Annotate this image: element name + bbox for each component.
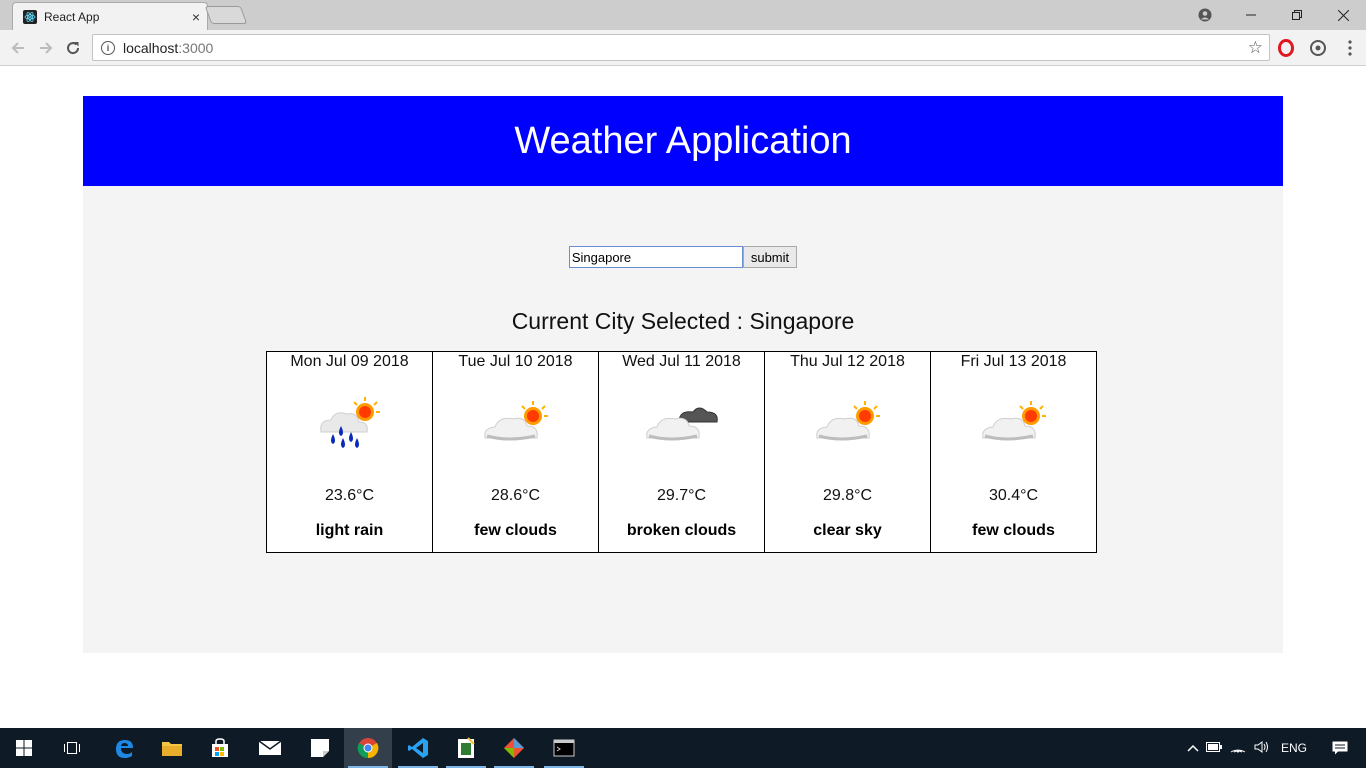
file-explorer-icon[interactable]: [148, 728, 196, 768]
forecast-desc: broken clouds: [626, 522, 737, 539]
browser-menu-icon[interactable]: [1340, 38, 1360, 58]
tab-title: React App: [44, 9, 100, 24]
vscode-icon[interactable]: [394, 728, 442, 768]
url-text: localhost:3000: [123, 40, 213, 56]
url-port: :3000: [178, 39, 214, 56]
restore-icon[interactable]: [1274, 0, 1320, 30]
task-view-icon[interactable]: [48, 728, 96, 768]
new-tab-button[interactable]: [204, 6, 248, 24]
forecast-card: Thu Jul 12 2018 29.8°C clear sky: [764, 351, 931, 553]
forecast-card: Fri Jul 13 2018 30.4°C few clouds: [930, 351, 1097, 553]
page-viewport: Weather Application submit Current City …: [0, 67, 1366, 728]
mail-icon[interactable]: [246, 728, 294, 768]
submit-button[interactable]: submit: [742, 246, 798, 268]
forecast-temp: 29.8°C: [822, 487, 873, 504]
cloud-sun-icon: [811, 392, 887, 462]
language-indicator[interactable]: ENG: [1274, 741, 1314, 755]
address-bar[interactable]: i localhost:3000 ☆: [92, 34, 1270, 61]
url-host: localhost: [123, 39, 179, 56]
forecast-date: Mon Jul 09 2018: [290, 353, 409, 370]
forecast-date: Wed Jul 11 2018: [622, 353, 741, 370]
tab-close-icon[interactable]: ×: [185, 9, 207, 25]
edge-browser-icon[interactable]: [100, 728, 148, 768]
volume-icon[interactable]: [1250, 740, 1274, 756]
opera-extension-icon[interactable]: [1276, 38, 1296, 58]
reload-icon[interactable]: [62, 37, 84, 59]
app-title: Weather Application: [514, 119, 852, 162]
close-window-icon[interactable]: [1320, 0, 1366, 30]
notification-center-icon[interactable]: [1320, 741, 1360, 755]
forecast-card: Wed Jul 11 2018 29.7°C broken clouds: [598, 351, 765, 553]
forecast-date: Fri Jul 13 2018: [960, 353, 1067, 370]
forecast-card: Tue Jul 10 2018 28.6°C few clouds: [432, 351, 599, 553]
bookmark-star-icon[interactable]: ☆: [1248, 38, 1263, 58]
windows-taskbar: ENG: [0, 728, 1366, 768]
browser-toolbar: i localhost:3000 ☆: [0, 30, 1366, 66]
browser-tab[interactable]: React App ×: [12, 2, 208, 30]
editor-app-icon[interactable]: [442, 728, 490, 768]
minimize-icon[interactable]: [1228, 0, 1274, 30]
browser-tab-bar: React App ×: [0, 0, 1366, 30]
forecast-desc: clear sky: [813, 522, 882, 539]
forward-arrow-icon[interactable]: [35, 37, 57, 59]
forecast-list: Mon Jul 09 2018 23.6°C light rain Tue Ju…: [266, 351, 1097, 553]
forecast-temp: 28.6°C: [490, 487, 541, 504]
forecast-temp: 23.6°C: [324, 487, 375, 504]
wifi-icon[interactable]: [1226, 741, 1250, 756]
cloud-sun-icon: [977, 392, 1053, 462]
site-info-icon[interactable]: i: [101, 40, 115, 55]
forecast-date: Tue Jul 10 2018: [458, 353, 573, 370]
current-city-label: Current City Selected : Singapore: [511, 308, 855, 334]
tray-chevron-up-icon[interactable]: [1184, 741, 1202, 755]
rain-sun-icon: [313, 392, 389, 462]
forecast-desc: light rain: [315, 522, 384, 539]
weather-app: Weather Application submit Current City …: [83, 96, 1283, 653]
forecast-card: Mon Jul 09 2018 23.6°C light rain: [266, 351, 433, 553]
forecast-temp: 29.7°C: [656, 487, 707, 504]
back-arrow-icon[interactable]: [7, 37, 29, 59]
battery-icon[interactable]: [1202, 741, 1226, 755]
city-search-form: submit: [83, 246, 1283, 268]
windows-start-icon[interactable]: [0, 728, 48, 768]
system-tray: ENG: [1184, 728, 1360, 768]
store-icon[interactable]: [196, 728, 244, 768]
git-app-icon[interactable]: [490, 728, 538, 768]
forecast-desc: few clouds: [972, 522, 1055, 539]
city-input[interactable]: [568, 246, 743, 268]
forecast-desc: few clouds: [474, 522, 557, 539]
cloud-sun-icon: [479, 392, 555, 462]
forecast-temp: 30.4°C: [988, 487, 1039, 504]
broken-clouds-icon: [645, 392, 721, 462]
react-favicon-icon: [23, 9, 37, 24]
chrome-icon[interactable]: [344, 728, 392, 768]
extension-icon[interactable]: [1308, 38, 1328, 58]
sticky-notes-icon[interactable]: [296, 728, 344, 768]
terminal-icon[interactable]: [540, 728, 588, 768]
app-header: Weather Application: [83, 96, 1283, 186]
forecast-date: Thu Jul 12 2018: [790, 353, 905, 370]
profile-icon[interactable]: [1182, 0, 1228, 30]
